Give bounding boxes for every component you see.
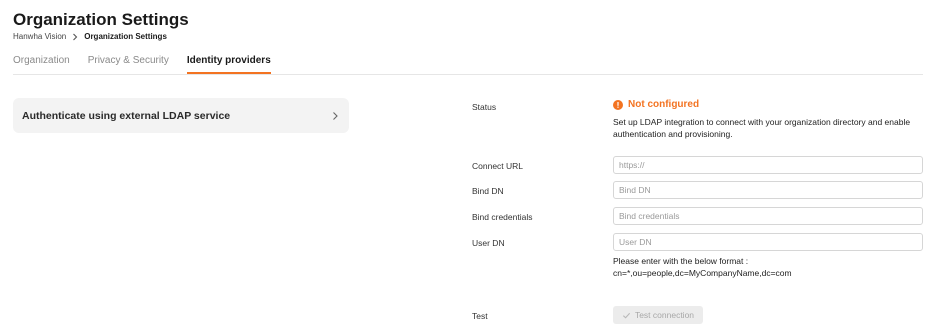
user-dn-hint-line1: Please enter with the below format : (613, 256, 749, 266)
tab-organization[interactable]: Organization (13, 54, 70, 74)
tab-identity-providers[interactable]: Identity providers (186, 54, 271, 74)
bind-dn-label: Bind DN (472, 186, 504, 196)
user-dn-label: User DN (472, 238, 505, 248)
bind-credentials-input[interactable] (613, 207, 923, 225)
breadcrumb: Hanwha Vision Organization Settings (13, 31, 167, 43)
page-title: Organization Settings (13, 10, 189, 29)
test-connection-button[interactable]: Test connection (613, 306, 703, 324)
bind-dn-input[interactable] (613, 181, 923, 199)
settings-tabs: Organization Privacy & Security Identity… (13, 54, 923, 75)
test-connection-button-label: Test connection (634, 310, 695, 320)
status-text: Not configured (628, 99, 700, 110)
status-description: Set up LDAP integration to connect with … (613, 117, 911, 139)
user-dn-hint: Please enter with the below format : cn=… (613, 255, 792, 279)
breadcrumb-item-current: Organization Settings (84, 32, 167, 41)
chevron-right-icon (73, 33, 78, 41)
warning-icon (613, 100, 623, 110)
check-icon (622, 312, 631, 319)
ldap-auth-card[interactable]: Authenticate using external LDAP service (13, 98, 349, 133)
user-dn-input[interactable] (613, 233, 923, 251)
tab-privacy-security[interactable]: Privacy & Security (88, 54, 169, 74)
organization-settings-page: Organization Settings Hanwha Vision Orga… (0, 0, 940, 336)
connect-url-label: Connect URL (472, 161, 524, 171)
status-value: Not configured (613, 98, 699, 112)
connect-url-input[interactable] (613, 156, 923, 174)
bind-credentials-label: Bind credentials (472, 212, 533, 222)
test-label: Test (472, 311, 488, 321)
chevron-right-icon (333, 111, 338, 120)
ldap-auth-card-label: Authenticate using external LDAP service (22, 109, 231, 122)
breadcrumb-item-root[interactable]: Hanwha Vision (13, 31, 66, 43)
user-dn-hint-line2: cn=*,ou=people,dc=MyCompanyName,dc=com (613, 268, 792, 278)
status-label: Status (472, 102, 497, 112)
